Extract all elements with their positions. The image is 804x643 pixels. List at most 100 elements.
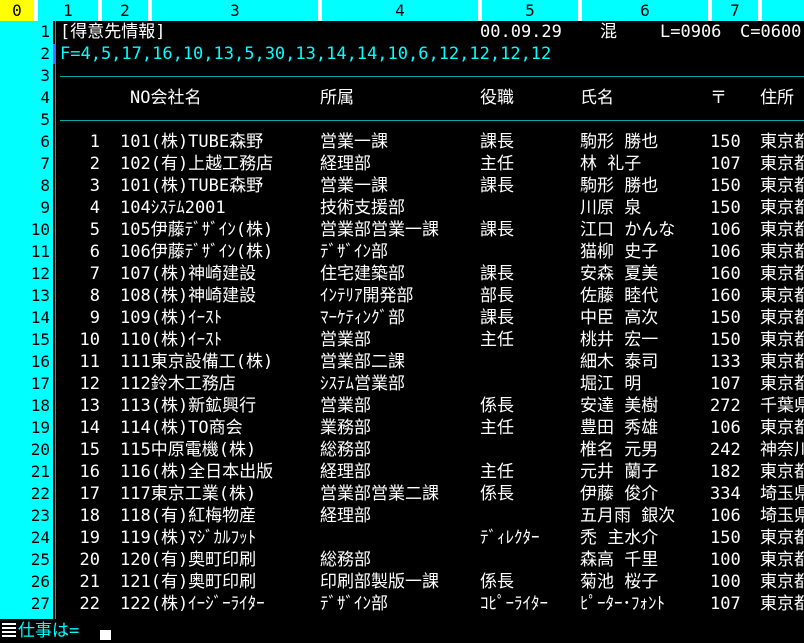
dept-cell: ﾃﾞｻﾞｲﾝ部 (320, 594, 388, 614)
row-number: 11 (79, 352, 100, 372)
company-cell: 114(株)TO商会 (120, 418, 243, 438)
dept-cell: 営業部 (320, 330, 371, 350)
address-cell: 東京都 (760, 242, 804, 262)
dept-cell: 営業部二課 (320, 352, 405, 372)
address-cell: 東京都 (760, 176, 804, 196)
name-cell: 猫柳 史子 (580, 242, 659, 262)
col-header-name: 氏名 (580, 88, 614, 108)
command-line[interactable]: 仕事は= (0, 619, 804, 643)
title-cell: 課長 (480, 132, 514, 152)
line-number: 13 (30, 286, 50, 305)
gutter-divider (55, 21, 56, 619)
address-cell: 埼玉県 (760, 484, 804, 504)
row-number: 17 (79, 484, 100, 504)
zip-cell: 100 (710, 550, 741, 570)
line-number: 4 (40, 88, 50, 107)
zip-cell: 334 (710, 484, 741, 504)
name-cell: 安森 夏美 (580, 264, 659, 284)
name-cell: ﾋﾟｰﾀｰ･ﾌｫﾝﾄ (580, 594, 665, 614)
address-cell: 東京都 (760, 198, 804, 218)
company-cell: 120(有)奥町印刷 (120, 550, 257, 570)
row-number: 8 (89, 286, 100, 306)
divider-line (60, 120, 804, 121)
dept-cell: 営業一課 (320, 176, 388, 196)
sheet-title: [得意先情報] (60, 22, 166, 42)
row-number: 6 (89, 242, 100, 262)
divider-line (60, 76, 804, 77)
line-number: 22 (30, 484, 50, 503)
row-number: 12 (79, 374, 100, 394)
name-cell: 堀江 明 (580, 374, 642, 394)
row-number: 14 (79, 418, 100, 438)
name-cell: 椎名 元男 (580, 440, 659, 460)
title-cell: 課長 (480, 264, 514, 284)
line-position: L=0906 (660, 22, 722, 42)
line-number: 21 (30, 462, 50, 481)
command-prompt: 仕事は= (18, 621, 80, 641)
company-cell: 107(株)神崎建設 (120, 264, 257, 284)
ruler-col-6: 6 (640, 1, 650, 20)
line-number: 9 (40, 198, 50, 217)
line-number: 11 (30, 242, 50, 261)
company-cell: 104ｼｽﾃﾑ2001 (120, 198, 226, 218)
address-cell: 東京都 (760, 264, 804, 284)
dept-cell: 技術支援部 (320, 198, 405, 218)
row-number: 22 (79, 594, 100, 614)
zip-cell: 107 (710, 594, 741, 614)
zip-cell: 272 (710, 396, 741, 416)
line-number: 19 (30, 418, 50, 437)
name-cell: 佐藤 睦代 (580, 286, 659, 306)
col-header-title: 役職 (480, 88, 514, 108)
company-cell: 119(株)ﾏｼﾞｶﾙﾌｯﾄ (120, 528, 257, 548)
dept-cell: ｲﾝﾃﾘｱ開発部 (320, 286, 414, 306)
name-cell: 森高 千里 (580, 550, 659, 570)
title-cell: 主任 (480, 462, 514, 482)
line-number: 23 (30, 506, 50, 525)
title-cell: 課長 (480, 176, 514, 196)
dept-cell: 総務部 (320, 550, 371, 570)
company-cell: 106伊藤ﾃﾞｻﾞｲﾝ(株) (120, 242, 274, 262)
col-header-address: 住所 (760, 88, 794, 108)
company-cell: 115中原電機(株) (120, 440, 257, 460)
zip-cell: 106 (710, 418, 741, 438)
row-number: 1 (89, 132, 100, 152)
line-number-gutter: 1 2 3 4 5 6 7 8 9 10 11 12 13 14 15 16 17 18 19 20 21 22 23 24 2… (0, 21, 53, 619)
line-number: 17 (30, 374, 50, 393)
address-cell: 東京都 (760, 330, 804, 350)
zip-cell: 100 (710, 572, 741, 592)
zip-cell: 182 (710, 462, 741, 482)
line-number: 16 (30, 352, 50, 371)
address-cell: 東京都 (760, 594, 804, 614)
company-cell: 116(株)全日本出版 (120, 462, 274, 482)
name-cell: 駒形 勝也 (580, 176, 659, 196)
dept-cell: 営業部営業二課 (320, 484, 439, 504)
line-number: 7 (40, 154, 50, 173)
name-cell: 禿 主水介 (580, 528, 659, 548)
dept-cell: 経理部 (320, 506, 371, 526)
dept-cell: ﾏｰｹﾃｨﾝｸﾞ部 (320, 308, 405, 328)
row-number: 3 (89, 176, 100, 196)
title-cell: 係長 (480, 396, 514, 416)
zip-cell: 133 (710, 352, 741, 372)
ruler-col-2: 2 (120, 1, 130, 20)
row-number: 2 (89, 154, 100, 174)
address-cell: 東京都 (760, 132, 804, 152)
ruler-col-4: 4 (395, 1, 405, 20)
column-position: C=0600 (740, 22, 802, 42)
menu-icon[interactable] (2, 623, 16, 639)
col-header-zip: 〒 (710, 88, 727, 108)
name-cell: 江口 かんな (580, 220, 676, 240)
zip-cell: 150 (710, 132, 741, 152)
zip-cell: 106 (710, 242, 741, 262)
name-cell: 細木 泰司 (580, 352, 659, 372)
title-cell: 課長 (480, 308, 514, 328)
row-number: 5 (89, 220, 100, 240)
ruler-col-5: 5 (525, 1, 535, 20)
zip-cell: 160 (710, 286, 741, 306)
company-cell: 112鈴木工務店 (120, 374, 236, 394)
address-cell: 神奈川 (760, 440, 804, 460)
title-cell: ｺﾋﾟｰﾗｲﾀｰ (480, 594, 548, 614)
address-cell: 埼玉県 (760, 506, 804, 526)
input-mode: 混 (600, 22, 617, 42)
row-number: 9 (89, 308, 100, 328)
